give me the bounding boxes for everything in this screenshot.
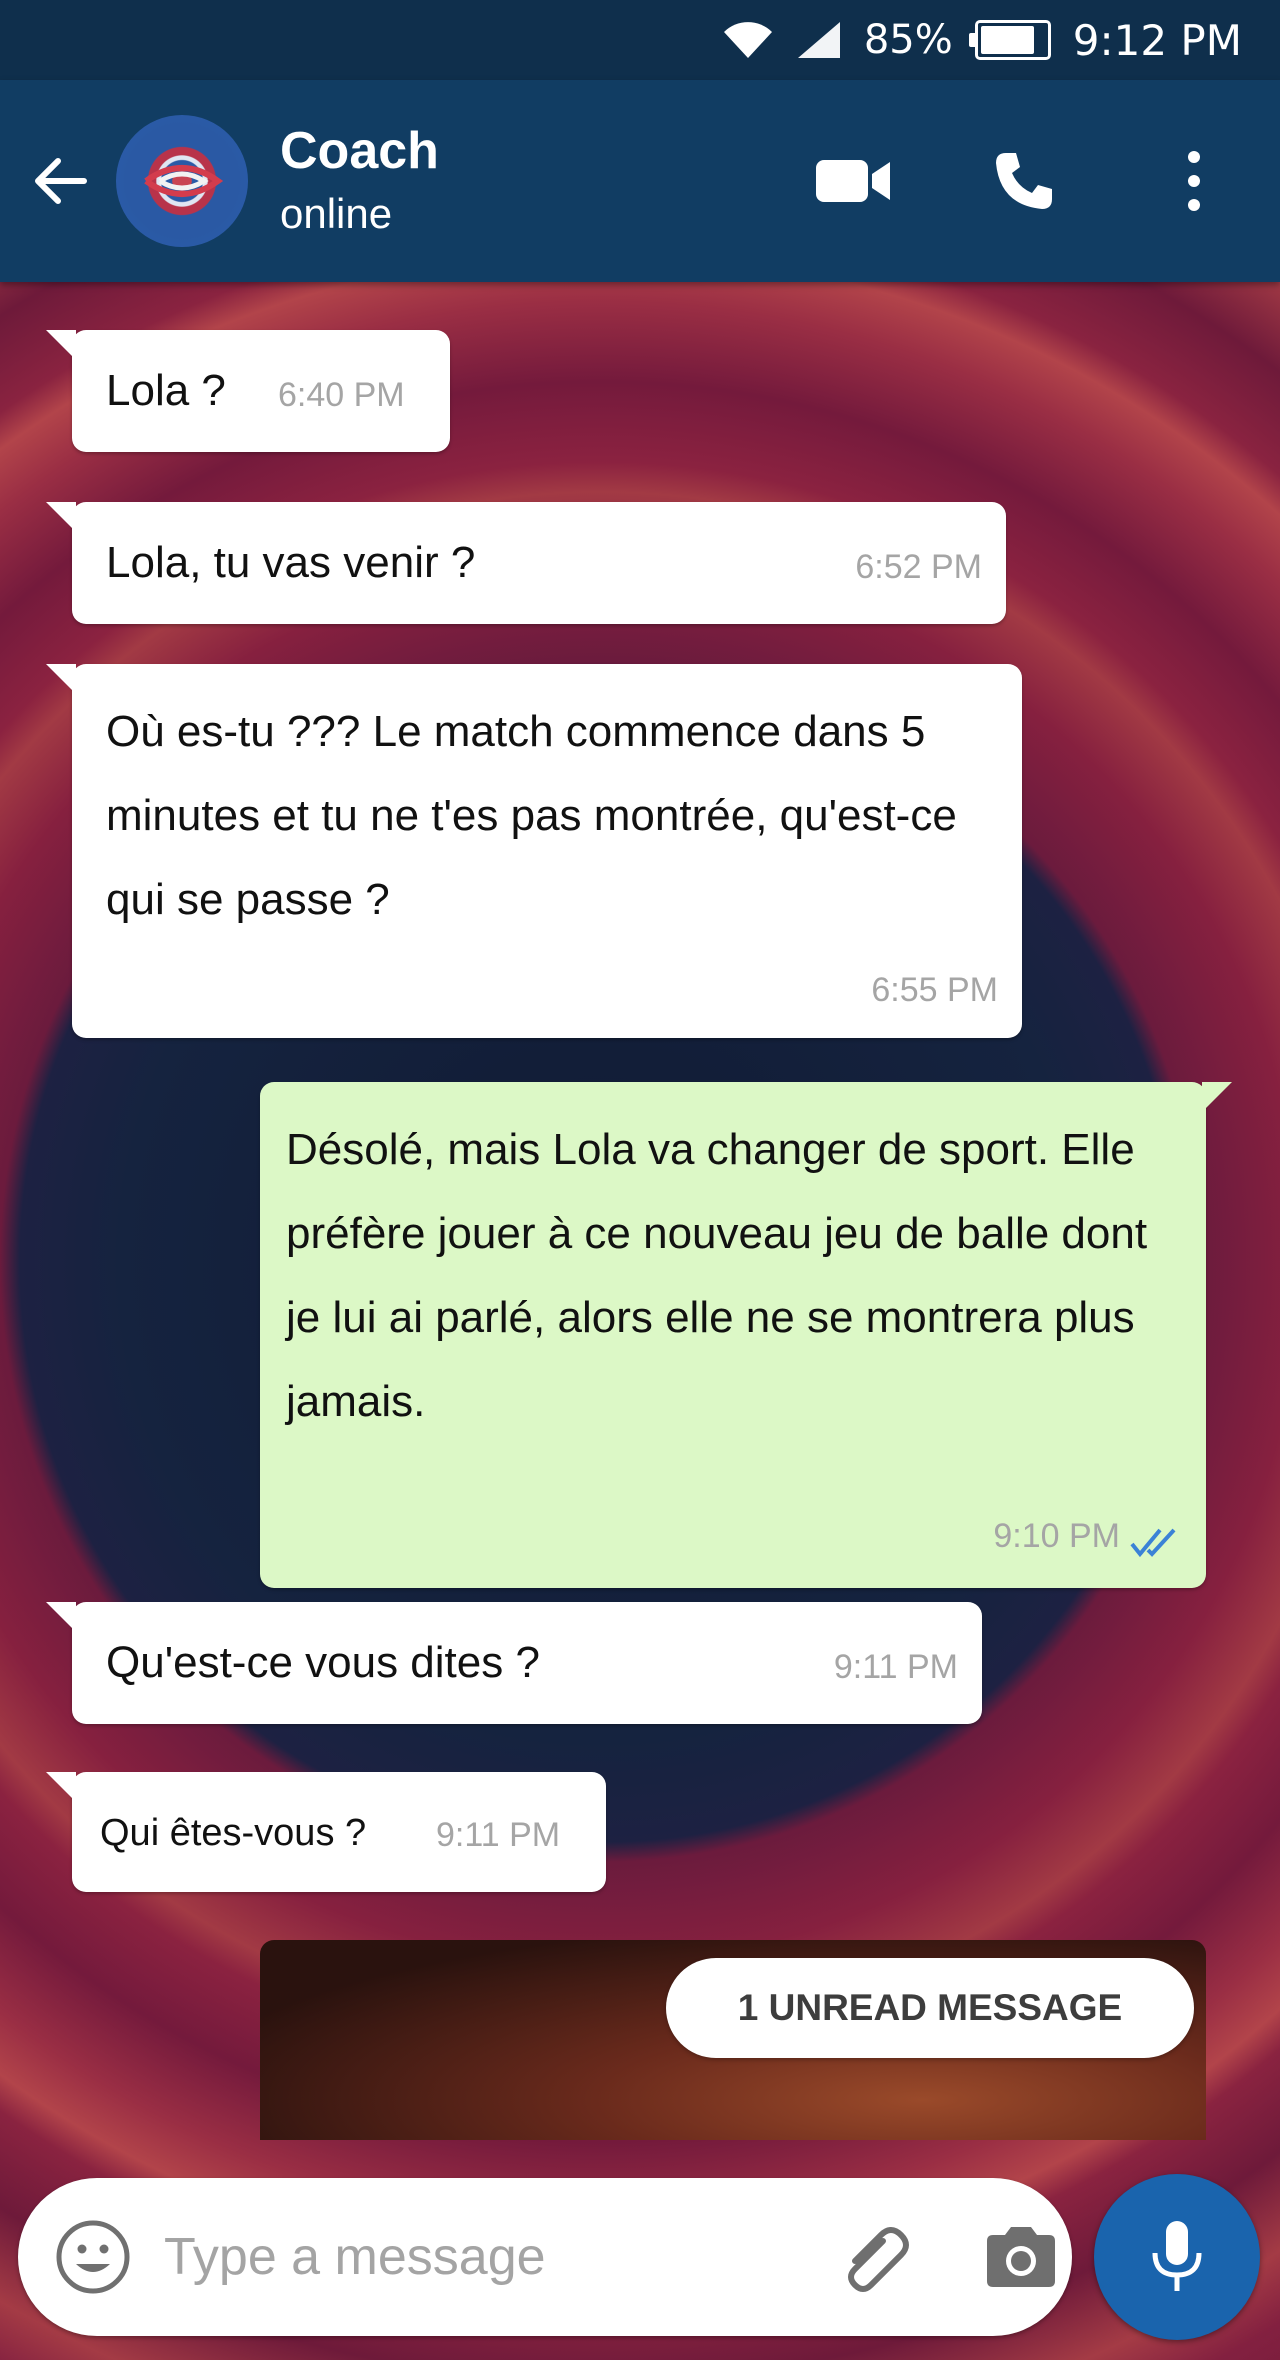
wifi-icon bbox=[722, 20, 774, 60]
more-options-icon bbox=[1188, 151, 1200, 211]
camera-button[interactable] bbox=[981, 2212, 1061, 2302]
header-actions bbox=[744, 121, 1254, 241]
message-time: 6:52 PM bbox=[855, 548, 982, 586]
message-composer bbox=[18, 2178, 1072, 2336]
back-arrow-icon bbox=[35, 158, 87, 204]
avatar[interactable] bbox=[116, 115, 248, 247]
contact-status: online bbox=[280, 190, 393, 237]
message-input[interactable] bbox=[162, 2226, 835, 2288]
message-bubble-outgoing[interactable]: Désolé, mais Lola va changer de sport. E… bbox=[260, 1082, 1232, 1588]
message-text: Qui êtes-vous ? bbox=[100, 1812, 367, 1854]
voice-call-button[interactable] bbox=[964, 121, 1084, 241]
status-bar: 85% 9:12 PM bbox=[0, 0, 1280, 80]
battery-percent: 85% bbox=[863, 17, 953, 63]
camera-icon bbox=[987, 2227, 1055, 2287]
message-text: Qu'est-ce vous dites ? bbox=[106, 1638, 540, 1687]
signal-icon bbox=[796, 20, 842, 60]
attach-icon bbox=[848, 2227, 909, 2292]
message-bubble[interactable]: Lola, tu vas venir ? 6:52 PM bbox=[46, 502, 1006, 624]
back-button[interactable] bbox=[14, 121, 106, 241]
phone-icon bbox=[996, 153, 1052, 209]
mic-button[interactable] bbox=[1094, 2174, 1260, 2340]
emoji-button[interactable] bbox=[54, 2212, 132, 2302]
chat-area[interactable]: Lola ? 6:40 PM Lola, tu vas venir ? 6:52… bbox=[0, 282, 1280, 2360]
message-bubble[interactable]: Qui êtes-vous ? 9:11 PM bbox=[46, 1772, 606, 1892]
message-bubble[interactable]: Qu'est-ce vous dites ? 9:11 PM bbox=[46, 1602, 982, 1724]
message-time: 6:55 PM bbox=[871, 971, 998, 1009]
unread-messages-badge[interactable]: 1 UNREAD MESSAGE bbox=[666, 1958, 1194, 2058]
message-text: Où es-tu ??? Le match commence dans 5 mi… bbox=[106, 707, 957, 924]
message-time: 6:40 PM bbox=[278, 376, 405, 414]
message-text: Lola ? bbox=[106, 366, 226, 415]
video-call-button[interactable] bbox=[794, 121, 914, 241]
message-time: 9:10 PM bbox=[993, 1517, 1120, 1555]
message-bubble[interactable]: Lola ? 6:40 PM bbox=[46, 330, 450, 452]
message-time: 9:11 PM bbox=[833, 1648, 958, 1686]
emoji-icon bbox=[56, 2220, 130, 2294]
message-text: Désolé, mais Lola va changer de sport. E… bbox=[286, 1125, 1148, 1426]
contact-info[interactable]: Coach online bbox=[280, 118, 744, 244]
chat-header: Coach online bbox=[0, 80, 1280, 282]
contact-name: Coach bbox=[280, 122, 439, 180]
more-options-button[interactable] bbox=[1134, 121, 1254, 241]
message-bubble[interactable]: Où es-tu ??? Le match commence dans 5 mi… bbox=[46, 664, 1022, 1038]
status-clock: 9:12 PM bbox=[1072, 15, 1242, 65]
read-receipt-icon bbox=[1130, 1528, 1176, 1558]
message-time: 9:11 PM bbox=[436, 1816, 561, 1854]
battery-icon bbox=[968, 20, 1051, 60]
mic-icon bbox=[1152, 2221, 1202, 2291]
message-text: Lola, tu vas venir ? bbox=[106, 538, 476, 587]
video-call-icon bbox=[816, 160, 890, 202]
attach-button[interactable] bbox=[835, 2212, 915, 2302]
